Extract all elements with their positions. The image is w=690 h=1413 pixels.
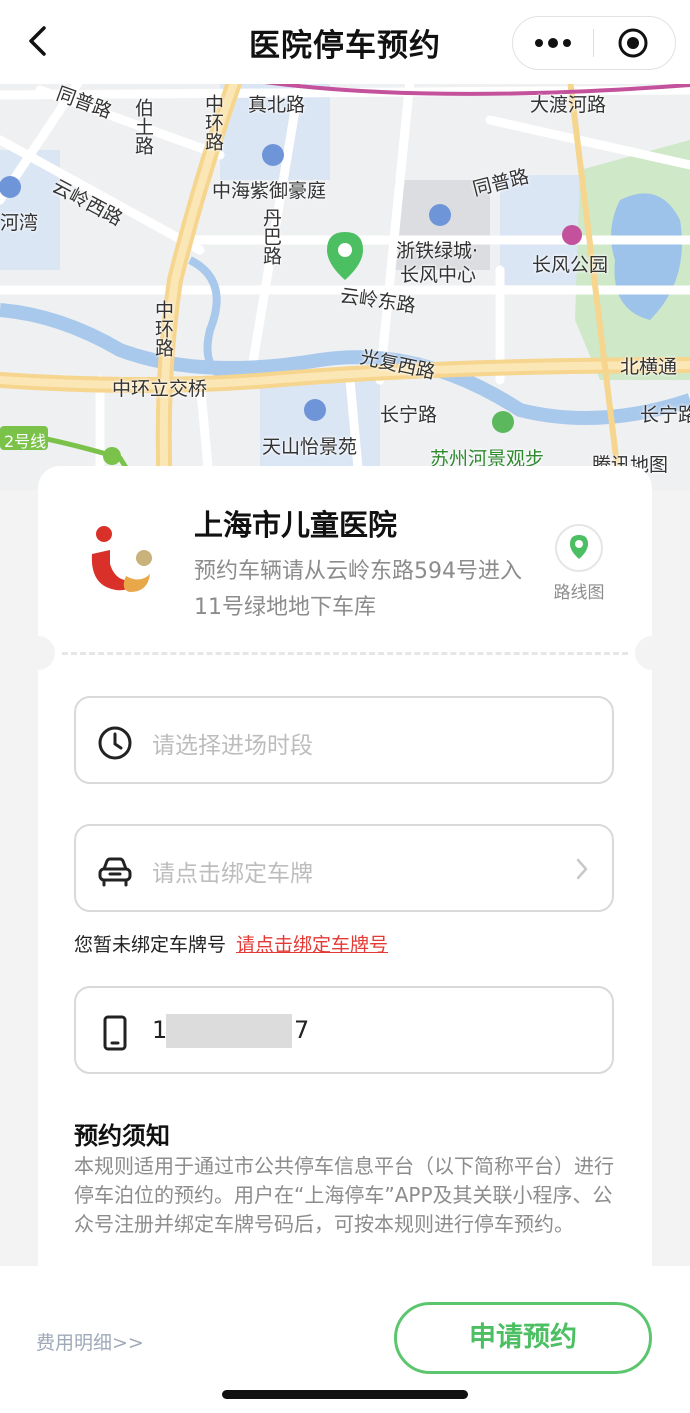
map-label-changfeng-center: 长风中心 [400, 264, 477, 286]
home-indicator [222, 1390, 468, 1399]
map-label-zhenbei: 真北路 [248, 94, 306, 116]
map-label-zhonghuan-bridge: 中环立交桥 [112, 378, 208, 400]
map-label-changning-2: 长宁路 [640, 404, 690, 426]
entry-time-placeholder: 请选择进场时段 [152, 733, 313, 759]
map-label-beiheng: 北横通 [620, 356, 678, 378]
map-label-line2: 2号线 [4, 432, 47, 451]
bind-plate-link[interactable]: 请点击绑定车牌号 [236, 934, 388, 956]
phone-icon [103, 1015, 127, 1051]
phone-mask [166, 1014, 292, 1048]
map-label-bai: 伯土路 [132, 98, 154, 155]
phone-field[interactable]: 1 7 [74, 986, 614, 1074]
map-label-changfeng-park: 长风公园 [532, 254, 609, 276]
apply-reservation-button[interactable]: 申请预约 [394, 1302, 652, 1374]
phone-suffix: 7 [294, 1016, 310, 1044]
more-dots-icon[interactable] [531, 29, 575, 57]
hospital-logo-icon [91, 526, 152, 592]
card-notch-right [635, 636, 669, 670]
plate-placeholder: 请点击绑定车牌 [152, 861, 313, 887]
close-target-icon[interactable] [617, 27, 649, 59]
phone-prefix: 1 [152, 1016, 168, 1044]
map-view[interactable]: 同普路 伯土路 中环路 真北路 大渡河路 中海紫御豪庭 云岭西路 河湾 丹巴路 … [0, 80, 690, 490]
map-label-tianshan: 天山怡景苑 [262, 436, 358, 458]
nav-bar: 医院停车预约 [0, 0, 690, 84]
map-label-danba: 丹巴路 [260, 208, 282, 265]
plate-hint-text: 您暂未绑定车牌号 [74, 934, 227, 956]
clock-icon [98, 726, 132, 760]
map-label-haiyu: 中海紫御豪庭 [212, 180, 327, 202]
notice-body: 本规则适用于通过市公共停车信息平台（以下简称平台）进行停车泊位的预约。用户在“上… [74, 1154, 614, 1236]
capsule-divider [593, 29, 594, 57]
route-map-button[interactable]: 路线图 [546, 524, 612, 603]
mini-program-capsule [512, 16, 676, 70]
notice-title: 预约须知 [74, 1122, 170, 1150]
card-notch-left [21, 636, 55, 670]
chevron-right-icon [576, 858, 588, 880]
hospital-entry-desc: 预约车辆请从云岭东路594号进入11号绿地地下车库 [194, 559, 522, 620]
plate-hint: 您暂未绑定车牌号 请点击绑定车牌号 [74, 930, 388, 957]
card-dashed-divider [62, 652, 628, 655]
map-label-zhonghuan1: 中环路 [202, 94, 224, 151]
car-icon [98, 857, 132, 887]
map-label-zhetie: 浙铁绿城· [396, 240, 479, 262]
map-label-zhonghuan2: 中环路 [152, 300, 174, 357]
map-label-dadu: 大渡河路 [530, 94, 607, 116]
map-label-hewan: 河湾 [0, 212, 39, 234]
map-label-changning: 长宁路 [380, 404, 438, 426]
hospital-name: 上海市儿童医院 [194, 508, 398, 542]
route-icon-wrap [555, 524, 603, 572]
location-pin-icon [570, 535, 588, 559]
plate-binding-field[interactable]: 请点击绑定车牌 [74, 824, 614, 912]
fee-detail-link[interactable]: 费用明细>> [36, 1328, 144, 1355]
route-map-label: 路线图 [553, 583, 605, 603]
entry-time-picker[interactable]: 请选择进场时段 [74, 696, 614, 784]
